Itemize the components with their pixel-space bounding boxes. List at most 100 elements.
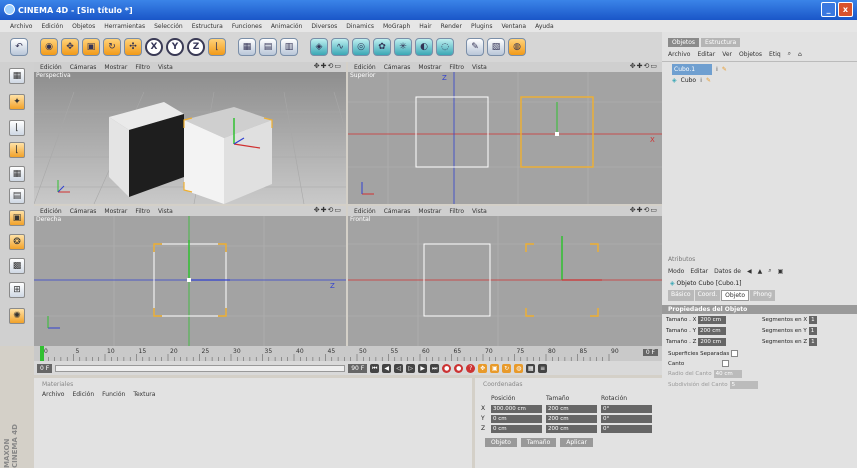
up-arrow-icon[interactable]: ▲ [758, 268, 763, 275]
obj-menu-ver[interactable]: Ver [722, 51, 732, 58]
attr-menu-modo[interactable]: Modo [668, 268, 684, 275]
viewport-nav-icons[interactable]: ✥✚⟲▭ [630, 62, 658, 70]
vp-menu-camaras[interactable]: Cámaras [70, 208, 97, 215]
texture-mode-icon[interactable]: ⌊ [9, 142, 25, 158]
obj-menu-objetos[interactable]: Objetos [739, 51, 762, 58]
live-selection-icon[interactable]: ◉ [40, 38, 58, 56]
position-x-field[interactable]: 300.000 cm [491, 405, 542, 413]
next-key-icon[interactable]: ▶ [418, 363, 428, 373]
obj-menu-editar[interactable]: Editar [697, 51, 715, 58]
polygons-mode-icon[interactable]: ▣ [9, 210, 25, 226]
play-icon[interactable]: ▷ [406, 363, 416, 373]
end-frame-field[interactable]: 90 F [348, 363, 368, 373]
vp-menu-mostrar[interactable]: Mostrar [418, 64, 441, 71]
vp-menu-camaras[interactable]: Cámaras [384, 208, 411, 215]
vp-menu-camaras[interactable]: Cámaras [384, 64, 411, 71]
vp-menu-vista[interactable]: Vista [158, 64, 173, 71]
list-item[interactable]: ◈ Cubo ⁞ ✎ [662, 75, 857, 86]
viewport-perspective[interactable]: Edición Cámaras Mostrar Filtro Vista ✥✚⟲… [34, 62, 346, 204]
snap-icon[interactable]: ⊞ [9, 282, 25, 298]
vp-menu-filtro[interactable]: Filtro [135, 64, 150, 71]
menu-hair[interactable]: Hair [419, 23, 431, 30]
size-z-field[interactable]: 200 cm [546, 425, 597, 433]
nurbs-icon[interactable]: ◎ [352, 38, 370, 56]
recent-tool-icon[interactable]: ✣ [124, 38, 142, 56]
cube-icon[interactable]: ◈ [310, 38, 328, 56]
vp-menu-edicion[interactable]: Edición [354, 208, 376, 215]
front-canvas[interactable]: Frontal [348, 216, 662, 346]
menu-objetos[interactable]: Objetos [72, 23, 95, 30]
particles-icon[interactable]: ✳ [394, 38, 412, 56]
rotation-b-field[interactable]: 0° [601, 425, 652, 433]
vp-menu-edicion[interactable]: Edición [354, 64, 376, 71]
play-backward-icon[interactable]: ◁ [394, 363, 404, 373]
fillet-subdivision-field[interactable]: 5 [729, 381, 758, 389]
point-level-icon[interactable]: ▦ [526, 363, 536, 373]
viewport-top[interactable]: Edición Cámaras Mostrar Filtro Vista ✥✚⟲… [348, 62, 662, 204]
size-z-field[interactable]: 200 cm [698, 338, 727, 346]
menu-herramientas[interactable]: Herramientas [104, 23, 145, 30]
tab-coord[interactable]: Coord. [694, 290, 721, 301]
scale-key-icon[interactable]: ▣ [490, 363, 500, 373]
timeline-settings-icon[interactable]: ≡ [538, 363, 548, 373]
top-canvas[interactable]: Superior Z X [348, 72, 662, 204]
vp-menu-vista[interactable]: Vista [472, 64, 487, 71]
record-icon[interactable]: ● [442, 363, 452, 373]
render-view-icon[interactable]: ▦ [238, 38, 256, 56]
minimize-button[interactable]: _ [821, 2, 836, 17]
points-mode-icon[interactable]: ▦ [9, 166, 25, 182]
object-name-cubo[interactable]: Cubo [681, 77, 696, 84]
z-axis-icon[interactable]: Z [187, 38, 205, 56]
attr-menu-editar[interactable]: Editar [690, 268, 708, 275]
vp-menu-vista[interactable]: Vista [472, 208, 487, 215]
menu-diversos[interactable]: Diversos [311, 23, 337, 30]
environment-icon[interactable]: ◍ [508, 38, 526, 56]
modeling-icon[interactable]: ✿ [373, 38, 391, 56]
edges-mode-icon[interactable]: ▤ [9, 188, 25, 204]
scene-icon[interactable]: ◌ [436, 38, 454, 56]
start-frame-field[interactable]: 0 F [37, 363, 53, 373]
vp-menu-filtro[interactable]: Filtro [449, 208, 464, 215]
close-button[interactable]: x [838, 2, 853, 17]
fillet-radius-field[interactable]: 40 cm [713, 370, 742, 378]
vp-menu-edicion[interactable]: Edición [40, 208, 62, 215]
viewport-nav-icons[interactable]: ✥✚⟲▭ [630, 206, 658, 214]
spline-icon[interactable]: ∿ [331, 38, 349, 56]
size-x-field[interactable]: 200 cm [698, 316, 727, 324]
tab-objetos[interactable]: Objetos [668, 38, 700, 47]
search-icon[interactable]: ⌕ [768, 267, 771, 275]
position-z-field[interactable]: 0 cm [491, 425, 542, 433]
autokey-icon[interactable]: ● [454, 363, 464, 373]
axis-mode-icon[interactable]: ⌊ [9, 120, 25, 136]
deformer-icon[interactable]: ◐ [415, 38, 433, 56]
size-x-field[interactable]: 200 cm [546, 405, 597, 413]
mat-menu-funcion[interactable]: Función [102, 391, 125, 398]
prev-key-icon[interactable]: ◀ [382, 363, 392, 373]
attr-menu-datos[interactable]: Datos de [714, 268, 741, 275]
rotation-p-field[interactable]: 0° [601, 415, 652, 423]
playhead[interactable] [40, 346, 44, 361]
position-y-field[interactable]: 0 cm [491, 415, 542, 423]
animation-mode-icon[interactable]: ❂ [9, 234, 25, 250]
menu-ayuda[interactable]: Ayuda [535, 23, 554, 30]
menu-animacion[interactable]: Animación [271, 23, 303, 30]
menu-ventana[interactable]: Ventana [501, 23, 526, 30]
apply-button[interactable]: Aplicar [560, 438, 593, 447]
menu-archivo[interactable]: Archivo [10, 23, 32, 30]
size-y-field[interactable]: 200 cm [698, 327, 727, 335]
rotate-icon[interactable]: ↻ [103, 38, 121, 56]
tag-icon[interactable]: ✎ [706, 77, 711, 84]
visibility-dots-icon[interactable]: ⁞ [700, 77, 702, 84]
undo-icon[interactable]: ↶ [10, 38, 28, 56]
workplane-icon[interactable]: ▩ [9, 258, 25, 274]
tab-objeto[interactable]: Objeto [721, 290, 750, 301]
vp-menu-mostrar[interactable]: Mostrar [418, 208, 441, 215]
position-key-icon[interactable]: ✥ [478, 363, 488, 373]
tab-estructura[interactable]: Estructura [701, 38, 741, 47]
tab-phong[interactable]: Phong [750, 290, 775, 301]
right-canvas[interactable]: Derecha Z [34, 216, 346, 346]
object-name-cubo1[interactable]: Cubo.1 [672, 64, 712, 75]
perspective-canvas[interactable]: Perspectiva [34, 72, 346, 204]
mat-menu-archivo[interactable]: Archivo [42, 391, 64, 398]
render-settings-icon[interactable]: ▥ [280, 38, 298, 56]
